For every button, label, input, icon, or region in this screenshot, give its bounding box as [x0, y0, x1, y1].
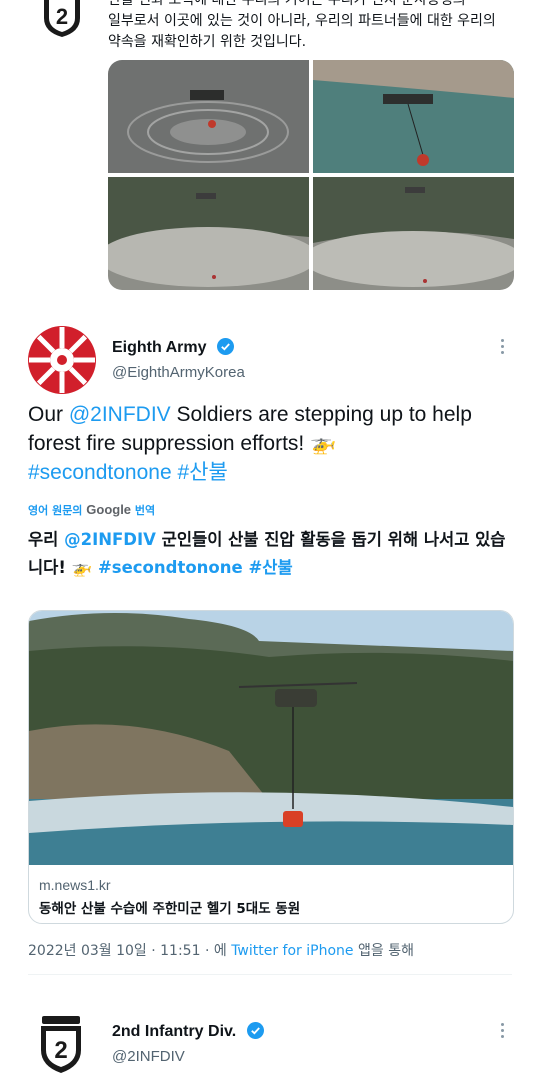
hashtag-link-2[interactable]: #산불: [177, 461, 227, 484]
tweet-metadata: 2022년 03월 10일 · 11:51 · 에 Twitter for iP…: [28, 940, 414, 960]
link-card[interactable]: m.news1.kr 동해안 산불 수습에 주한미군 헬기 5대도 동원: [28, 610, 514, 924]
top-tweet-line-1: 산불 진화 노력에 대한 우리의 기여는 우리가 전지 군사동맹의: [108, 0, 466, 8]
link-card-title: 동해안 산불 수습에 주한미군 헬기 5대도 동원: [39, 901, 301, 917]
more-options-icon[interactable]: [492, 1020, 512, 1044]
svg-text:2: 2: [54, 1037, 67, 1064]
2id-handle[interactable]: @2INFDIV: [112, 1048, 185, 1065]
hashtag-link-1[interactable]: #secondtonone: [28, 461, 172, 484]
more-options-icon[interactable]: [492, 336, 512, 360]
verified-badge-icon: [216, 338, 234, 355]
media-photo-1[interactable]: [108, 60, 309, 173]
translation-prefix: 영어 원문의: [28, 504, 87, 517]
2id-name[interactable]: 2nd Infantry Div.: [112, 1022, 264, 1041]
media-photo-3[interactable]: [108, 177, 309, 290]
top-tweet-media-grid: [108, 60, 514, 290]
source-app-link[interactable]: Twitter for iPhone: [231, 943, 353, 959]
ko-prefix: 우리: [28, 530, 65, 549]
tweet-text-korean: 우리 @2INFDIV 군인들이 산불 진압 활동을 돕기 위해 나서고 있습니…: [28, 526, 518, 582]
source-suffix: 앱을 통해: [353, 943, 414, 959]
helicopter-emoji-icon: 🚁: [71, 558, 93, 577]
eighth-army-handle[interactable]: @EighthArmyKorea: [112, 364, 245, 381]
media-photo-2[interactable]: [313, 60, 514, 173]
media-photo-4[interactable]: [313, 177, 514, 290]
google-logo-text: Google: [86, 502, 132, 517]
top-tweet-text: 산불 진화 노력에 대한 우리의 기여는 우리가 전지 군사동맹의 일부로서 이…: [108, 0, 518, 53]
ko-hashtag-link-1[interactable]: #secondtonone: [98, 558, 243, 577]
tweet-text-english: Our @2INFDIV Soldiers are stepping up to…: [28, 400, 518, 487]
2id-name-text[interactable]: 2nd Infantry Div.: [112, 1023, 236, 1040]
svg-text:2: 2: [56, 4, 68, 29]
eighth-army-name-text[interactable]: Eighth Army: [112, 339, 207, 356]
verified-badge-icon: [246, 1022, 264, 1039]
translation-attribution[interactable]: 영어 원문의 Google 번역: [28, 502, 155, 518]
top-tweet-line-3: 약속을 재확인하기 위한 것입니다.: [108, 34, 307, 50]
helicopter-emoji-icon: 🚁: [310, 432, 337, 455]
tweet-timestamp[interactable]: 2022년 03월 10일 · 11:51 · 에: [28, 943, 231, 959]
mention-link[interactable]: @2INFDIV: [69, 403, 171, 426]
link-card-image[interactable]: [29, 611, 513, 865]
2id-avatar-top[interactable]: 2: [40, 0, 84, 38]
2id-avatar[interactable]: 2: [38, 1016, 84, 1074]
eighth-army-avatar[interactable]: [28, 326, 96, 394]
ko-mention-link[interactable]: @2INFDIV: [64, 530, 156, 549]
translation-suffix: 번역: [131, 504, 156, 517]
link-card-domain: m.news1.kr: [39, 877, 111, 893]
eighth-army-name[interactable]: Eighth Army: [112, 338, 234, 357]
tweet-text-prefix: Our: [28, 403, 69, 426]
top-tweet-line-2: 일부로서 이곳에 있는 것이 아니라, 우리의 파트너들에 대한 우리의: [108, 13, 496, 29]
ko-hashtag-link-2[interactable]: #산불: [248, 558, 292, 577]
divider: [28, 974, 512, 975]
